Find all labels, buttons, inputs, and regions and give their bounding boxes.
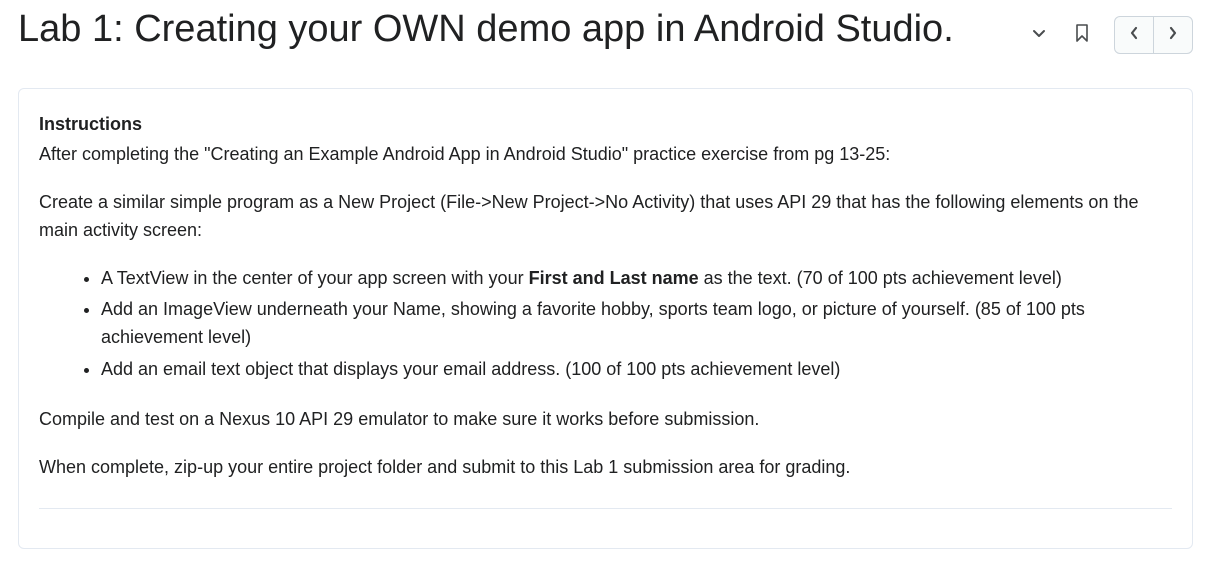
intro-text: After completing the "Creating an Exampl… <box>39 141 1172 169</box>
list-item: Add an ImageView underneath your Name, s… <box>101 296 1172 352</box>
bookmark-button[interactable] <box>1072 24 1092 46</box>
instructions-heading: Instructions <box>39 111 1172 139</box>
req-bold: First and Last name <box>529 268 699 288</box>
req-pre: A TextView in the center of your app scr… <box>101 268 529 288</box>
next-button[interactable] <box>1153 17 1192 53</box>
list-item: A TextView in the center of your app scr… <box>101 265 1172 293</box>
req-pre: Add an email text object that displays y… <box>101 359 840 379</box>
setup-text: Create a similar simple program as a New… <box>39 189 1172 245</box>
page-title: Lab 1: Creating your OWN demo app in And… <box>18 6 1008 54</box>
prev-button[interactable] <box>1115 17 1153 53</box>
chevron-down-icon <box>1032 26 1046 45</box>
req-pre: Add an ImageView underneath your Name, s… <box>101 299 1085 347</box>
bookmark-icon <box>1076 24 1088 47</box>
instructions-card: Instructions After completing the "Creat… <box>18 88 1193 549</box>
req-post: as the text. (70 of 100 pts achievement … <box>699 268 1062 288</box>
divider <box>39 508 1172 509</box>
list-item: Add an email text object that displays y… <box>101 356 1172 384</box>
chevron-left-icon <box>1129 26 1139 45</box>
expand-toggle[interactable] <box>1028 24 1050 46</box>
compile-text: Compile and test on a Nexus 10 API 29 em… <box>39 406 1172 434</box>
pager <box>1114 16 1193 54</box>
chevron-right-icon <box>1168 26 1178 45</box>
submit-text: When complete, zip-up your entire projec… <box>39 454 1172 482</box>
requirements-list: A TextView in the center of your app scr… <box>39 265 1172 385</box>
